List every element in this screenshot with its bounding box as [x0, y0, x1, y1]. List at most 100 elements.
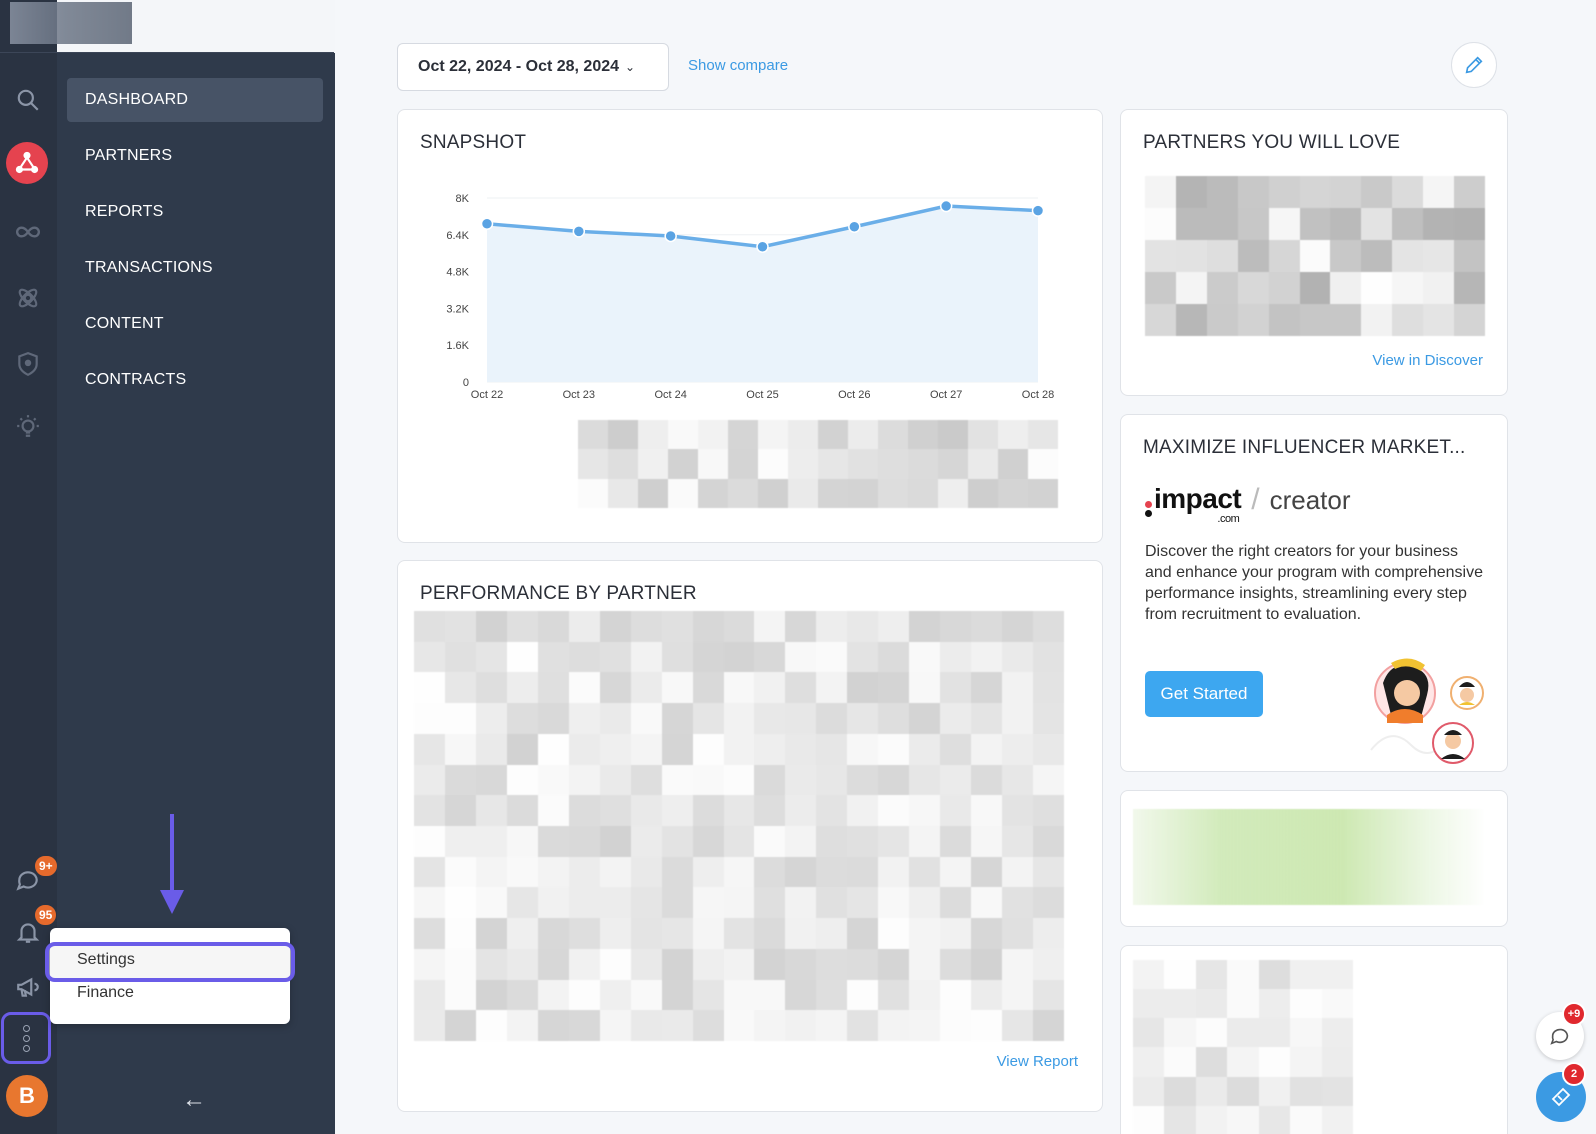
show-compare-link[interactable]: Show compare [688, 57, 788, 74]
redaction-cell [723, 887, 755, 919]
y-tick-label: 6.4K [446, 230, 469, 242]
edit-dashboard-button[interactable] [1451, 42, 1497, 88]
redaction-cell [1392, 176, 1424, 208]
redaction-cell [668, 449, 698, 479]
redaction-cell [1133, 1076, 1165, 1106]
redaction-cell [971, 918, 1003, 949]
redaction-cell [998, 449, 1028, 479]
redaction-cell [568, 1010, 600, 1041]
redaction-cell [754, 795, 786, 826]
redaction-cell [638, 478, 668, 508]
redaction-cell [785, 764, 817, 796]
redaction-cell [1268, 272, 1300, 304]
redaction-cell [1330, 176, 1362, 208]
redaction-cell [1175, 208, 1207, 240]
nav-item-transactions[interactable]: TRANSACTIONS [67, 246, 323, 290]
redaction-cell [444, 948, 476, 980]
redaction-cell [1175, 176, 1207, 208]
redaction-cell [847, 918, 879, 949]
redaction-cell [723, 825, 755, 857]
menu-item-settings[interactable]: Settings [77, 951, 135, 969]
nav-item-dashboard[interactable]: DASHBOARD [67, 78, 323, 122]
redaction-cell [475, 979, 507, 1011]
redaction-cell [847, 795, 879, 826]
lightbulb-icon[interactable] [8, 406, 48, 446]
redaction-cell [940, 887, 972, 919]
redaction-cell [568, 825, 600, 857]
date-range-picker[interactable]: Oct 22, 2024 - Oct 28, 2024 ⌄ [397, 43, 669, 91]
redaction-cell [1002, 641, 1034, 673]
redaction-cell [723, 672, 755, 704]
infinity-icon[interactable] [8, 212, 48, 252]
redaction-cell [1206, 240, 1238, 272]
redaction-cell [506, 887, 538, 919]
redaction-cell [568, 672, 600, 704]
redaction-cell [661, 764, 693, 796]
shield-icon[interactable] [8, 344, 48, 384]
redaction-cell [1145, 304, 1176, 336]
view-in-discover-link[interactable]: View in Discover [1372, 352, 1483, 369]
redaction-cell [971, 1010, 1003, 1041]
redaction-cell [1164, 1105, 1196, 1134]
redaction-cell [661, 703, 693, 734]
redaction-cell [599, 918, 631, 949]
redaction-cell [940, 825, 972, 857]
redaction-cell [661, 825, 693, 857]
more-options-icon[interactable] [1, 1012, 51, 1064]
redaction-cell [1330, 272, 1362, 304]
redaction-cell [568, 641, 600, 673]
redaction-cell [908, 449, 938, 479]
y-tick-label: 1.6K [446, 340, 469, 352]
redaction-cell [1392, 304, 1424, 336]
redaction-cell [692, 672, 724, 704]
redaction-cell [1033, 764, 1064, 796]
redaction-cell [878, 420, 908, 450]
search-icon[interactable] [8, 80, 48, 120]
redaction-cell [506, 703, 538, 734]
brand-logo-redacted [10, 2, 132, 44]
redaction-cell [661, 1010, 693, 1041]
network-icon[interactable] [6, 142, 48, 184]
redaction-cell [785, 1010, 817, 1041]
redaction-cell [506, 764, 538, 796]
get-started-button[interactable]: Get Started [1145, 671, 1263, 717]
redaction-cell [414, 918, 445, 949]
redaction-cell [506, 733, 538, 765]
creator-wordmark: creator [1269, 484, 1351, 515]
redaction-cell [1164, 1047, 1196, 1077]
redaction-cell [414, 948, 445, 980]
redaction-cell [816, 948, 848, 980]
nav-item-reports[interactable]: REPORTS [67, 190, 323, 234]
redaction-cell [785, 887, 817, 919]
collapse-sidebar-icon[interactable]: ← [182, 1086, 206, 1114]
ticket-fab-badge: 2 [1562, 1062, 1586, 1086]
redaction-cell [630, 887, 662, 919]
atom-icon[interactable] [8, 278, 48, 318]
redaction-cell [568, 918, 600, 949]
redaction-cell [909, 948, 941, 980]
redaction-cell [909, 856, 941, 888]
redaction-cell [506, 825, 538, 857]
data-point [480, 217, 494, 231]
redaction-cell [971, 703, 1003, 734]
performance-title: PERFORMANCE BY PARTNER [420, 583, 697, 604]
redaction-cell [971, 948, 1003, 980]
redaction-cell [568, 733, 600, 765]
redaction-cell [723, 856, 755, 888]
megaphone-icon[interactable] [8, 967, 48, 1007]
redaction-cell [444, 672, 476, 704]
menu-item-finance[interactable]: Finance [77, 984, 134, 1002]
redaction-cell [414, 703, 445, 734]
nav-item-partners[interactable]: PARTNERS [67, 134, 323, 178]
redaction-cell [692, 918, 724, 949]
avatar[interactable]: B [6, 1075, 48, 1117]
annotation-arrow [170, 814, 174, 894]
redaction-cell [1392, 272, 1424, 304]
redaction-cell [971, 733, 1003, 765]
view-report-link[interactable]: View Report [997, 1053, 1078, 1070]
nav-item-content[interactable]: CONTENT [67, 302, 323, 346]
redaction-cell [537, 887, 569, 919]
nav-item-contracts[interactable]: CONTRACTS [67, 358, 323, 402]
redaction-cell [940, 672, 972, 704]
redaction-cell [878, 449, 908, 479]
